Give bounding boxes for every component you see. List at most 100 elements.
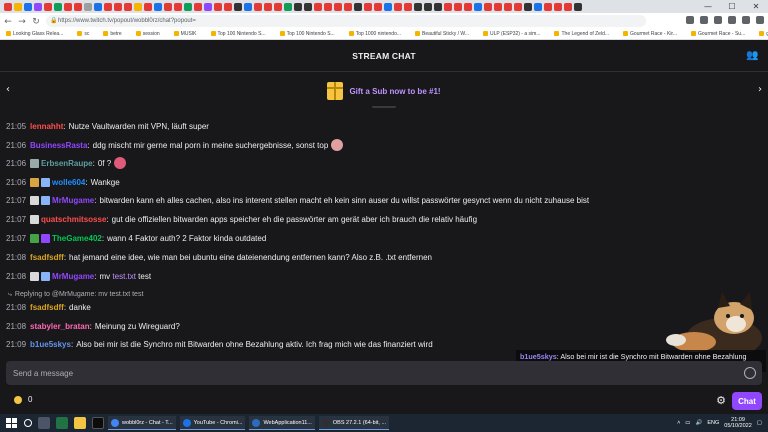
browser-tab[interactable] [224,2,232,11]
browser-tab[interactable] [284,2,292,11]
bookmark-item[interactable]: sc [77,31,89,37]
browser-tab[interactable] [434,2,442,11]
browser-tab[interactable] [504,2,512,11]
extension-icon[interactable] [700,16,708,24]
bookmark-item[interactable]: Top 100 Nintendo S... [211,31,266,37]
taskbar-app[interactable]: WebApplication11... [249,416,315,430]
message-username[interactable]: quatschmitsosse [41,215,106,224]
chat-message[interactable]: 21:06 ErbsenRaupe:0f ? [6,156,127,170]
chevron-left-icon[interactable]: ‹ [6,84,10,95]
browser-tab[interactable] [524,2,532,11]
close-icon[interactable]: ✕ [744,0,768,13]
bookmark-item[interactable]: Top 100 Nintendo S... [280,31,335,37]
gear-icon[interactable]: ⚙ [716,394,726,407]
message-username[interactable]: MrMugame [52,196,94,205]
language-indicator[interactable]: ENG [707,420,719,426]
notification-icon[interactable]: ▢ [757,420,762,426]
browser-tab[interactable] [534,2,542,11]
clock[interactable]: 21:09 05/10/2022 [724,417,752,429]
task-view-icon[interactable] [38,417,50,429]
message-username[interactable]: TheGame402 [52,234,102,243]
bookmark-item[interactable]: gachibass gif - Goo... [759,31,768,37]
taskbar-app[interactable]: OBS 27.2.1 (64-bit, ... [318,416,390,430]
browser-tab[interactable] [24,2,32,11]
forward-icon[interactable]: → [16,16,28,28]
chat-message[interactable]: 21:08 stabyler_bratan: Meinung zu Wireguar… [6,319,180,333]
chat-message[interactable]: 21:07 quatschmitsosse: gut die offiziellen… [6,212,477,226]
message-username[interactable]: fsadfsdff [30,303,64,312]
message-username[interactable]: BusinessRasta [30,141,87,150]
browser-tab[interactable] [464,2,472,11]
taskbar-app[interactable]: YouTube - Chromi... [179,416,246,430]
chat-message[interactable]: 21:08 fsadfsdff: danke [6,300,91,314]
browser-tab[interactable] [64,2,72,11]
chat-message[interactable]: 21:08 MrMugame: mv test.txt test [6,269,151,283]
browser-tab[interactable] [384,2,392,11]
browser-tab[interactable] [484,2,492,11]
browser-tab[interactable] [574,2,582,11]
user-badge-icon[interactable] [30,214,40,224]
browser-tab[interactable] [234,2,242,11]
url-input[interactable]: 🔒 https://www.twitch.tv/popout/wobbl0rz/… [46,15,646,27]
browser-tab[interactable] [114,2,122,11]
browser-tab[interactable] [254,2,262,11]
browser-tab[interactable] [474,2,482,11]
message-username[interactable]: ErbsenRaupe [41,159,93,168]
browser-tab[interactable] [244,2,252,11]
user-badge-icon[interactable] [41,271,51,281]
browser-tab[interactable] [374,2,382,11]
browser-tab[interactable] [104,2,112,11]
browser-tab[interactable] [514,2,522,11]
chat-send-button[interactable]: Chat [732,392,762,410]
users-icon[interactable]: 👥 [746,50,758,62]
bookmark-item[interactable]: MUSIK [174,31,197,37]
maximize-icon[interactable]: ☐ [720,0,744,13]
browser-tab[interactable] [314,2,322,11]
chat-message[interactable]: 21:07 MrMugame: bitwarden kann eh alles ca… [6,193,589,207]
chat-message[interactable]: 21:06 wolle604: Wankge [6,175,120,189]
network-icon[interactable]: ▭ [685,420,690,426]
browser-tab[interactable] [14,2,22,11]
chat-message[interactable]: 21:05 lennahht: Nutze Vaultwarden mit VPN,… [6,119,209,133]
browser-tab[interactable] [34,2,42,11]
browser-tab[interactable] [54,2,62,11]
browser-tab[interactable] [354,2,362,11]
browser-tab[interactable] [174,2,182,11]
browser-tab[interactable] [164,2,172,11]
browser-tab[interactable] [74,2,82,11]
send-message-input[interactable] [6,361,762,385]
minimize-icon[interactable]: — [696,0,720,13]
profile-icon[interactable] [742,16,750,24]
user-badge-icon[interactable] [41,195,51,205]
message-username[interactable]: b1ue5skys [30,340,71,349]
bookmark-item[interactable]: Gourmet Race - Su... [691,31,745,37]
browser-tab[interactable] [344,2,352,11]
browser-tab[interactable] [404,2,412,11]
browser-tab[interactable] [154,2,162,11]
browser-tab[interactable] [304,2,312,11]
browser-tab[interactable] [264,2,272,11]
bookmark-item[interactable]: Beautiful Sticky / W... [415,31,469,37]
emote-picker-icon[interactable] [744,367,756,379]
message-username[interactable]: MrMugame [52,272,94,281]
browser-tab[interactable] [324,2,332,11]
bookmark-item[interactable]: betre [103,31,121,37]
browser-tab[interactable] [494,2,502,11]
browser-tab[interactable] [214,2,222,11]
user-badge-icon[interactable] [41,233,51,243]
bookmark-item[interactable]: ULP (ESP32) - a sim... [483,31,540,37]
user-badge-icon[interactable] [30,177,40,187]
bookmark-item[interactable]: The Legend of Zeld... [554,31,609,37]
terminal-icon[interactable] [92,417,104,429]
chat-message[interactable]: 21:08 fsadfsdff: hat jemand eine idee, wie… [6,250,432,264]
browser-tab[interactable] [134,2,142,11]
puzzle-icon[interactable] [728,16,736,24]
browser-tab[interactable] [294,2,302,11]
extension-icon[interactable] [686,16,694,24]
gift-sub-link[interactable]: Gift a Sub now to be #1! [349,87,440,96]
browser-tab[interactable] [364,2,372,11]
chat-message[interactable]: 21:07 TheGame402: wann 4 Faktor auth? 2 Fa… [6,231,266,245]
emote-icon[interactable] [331,139,344,151]
user-badge-icon[interactable] [30,158,40,168]
browser-tab[interactable] [414,2,422,11]
